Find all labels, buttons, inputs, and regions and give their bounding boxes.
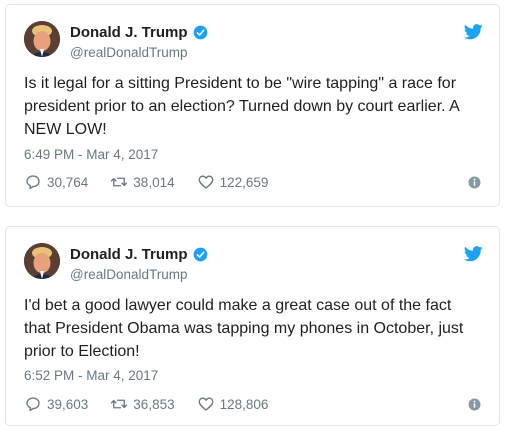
author-handle[interactable]: @realDonaldTrump bbox=[70, 267, 188, 282]
retweet-button[interactable]: 38,014 bbox=[110, 173, 175, 191]
like-button[interactable]: 128,806 bbox=[197, 395, 269, 413]
tweet-card[interactable]: Donald J. Trump @realDonaldTrump I'd bet… bbox=[5, 226, 500, 426]
reply-button[interactable]: 30,764 bbox=[24, 173, 88, 191]
like-count: 128,806 bbox=[219, 396, 269, 412]
info-icon[interactable] bbox=[468, 398, 481, 411]
author-handle[interactable]: @realDonaldTrump bbox=[70, 45, 188, 60]
author-name-text[interactable]: Donald J. Trump bbox=[70, 246, 188, 263]
reply-button[interactable]: 39,603 bbox=[24, 395, 88, 413]
reply-count: 30,764 bbox=[47, 174, 89, 190]
retweet-icon bbox=[111, 177, 128, 187]
author-name[interactable]: Donald J. Trump bbox=[70, 246, 208, 263]
retweet-count: 36,853 bbox=[133, 396, 175, 412]
tweet-timestamp[interactable]: 6:49 PM - Mar 4, 2017 bbox=[24, 147, 158, 162]
retweet-count: 38,014 bbox=[133, 174, 175, 190]
avatar[interactable] bbox=[24, 243, 60, 279]
reply-count: 39,603 bbox=[47, 396, 89, 412]
retweet-button[interactable]: 36,853 bbox=[110, 395, 175, 413]
info-icon[interactable] bbox=[468, 176, 481, 189]
reply-icon bbox=[26, 397, 40, 412]
retweet-icon bbox=[111, 399, 128, 409]
twitter-bird-icon[interactable] bbox=[464, 246, 483, 262]
heart-icon bbox=[198, 397, 214, 411]
author-name[interactable]: Donald J. Trump bbox=[70, 24, 208, 41]
twitter-bird-icon[interactable] bbox=[464, 24, 483, 40]
avatar[interactable] bbox=[24, 21, 60, 57]
tweet-actions: 30,764 38,014 122,659 bbox=[24, 173, 481, 191]
tweet-text: I'd bet a good lawyer could make a great… bbox=[24, 297, 464, 360]
tweet-text: Is it legal for a sitting President to b… bbox=[24, 75, 459, 138]
author-name-text[interactable]: Donald J. Trump bbox=[70, 24, 188, 41]
tweet-card[interactable]: Donald J. Trump @realDonaldTrump Is it l… bbox=[5, 4, 500, 207]
tweet-timestamp[interactable]: 6:52 PM - Mar 4, 2017 bbox=[24, 368, 158, 383]
reply-icon bbox=[26, 175, 40, 190]
verified-badge-icon bbox=[193, 25, 207, 40]
heart-icon bbox=[198, 175, 214, 189]
like-button[interactable]: 122,659 bbox=[197, 173, 269, 191]
verified-badge-icon bbox=[193, 247, 207, 262]
tweet-actions: 39,603 36,853 128,806 bbox=[24, 395, 481, 413]
like-count: 122,659 bbox=[219, 174, 269, 190]
